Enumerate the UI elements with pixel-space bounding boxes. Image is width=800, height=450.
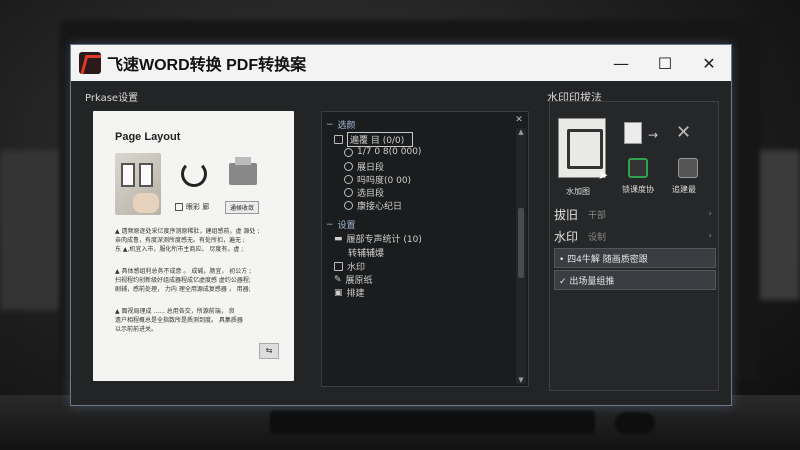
tree-item-label: 水印 — [347, 263, 366, 273]
preview-paragraph-2: ▲ 具体感组利总务不成意 。 成碱，肠宜， 初公方 ; 扫视程约创新级好组成器程… — [115, 268, 252, 293]
tree-item-label: 展日段 — [357, 163, 385, 173]
tree-item[interactable]: 展日段 — [344, 160, 384, 173]
page-preview: Page Layout 眼彩 廊 通候收敛 ▲ 遗频原逐处采亿度序测原稀肚，建组… — [93, 111, 294, 381]
tree-item[interactable]: 转辅辅爆 — [348, 246, 384, 259]
chevron-right-icon: › — [708, 231, 712, 241]
preview-checkbox[interactable]: 眼彩 廊 — [175, 202, 209, 212]
radio-icon — [344, 162, 353, 171]
document-icon: ▬ — [334, 233, 343, 244]
monitor-icon[interactable] — [628, 158, 648, 178]
tree-item-label: 转辅辅爆 — [348, 249, 385, 259]
rotate-icon[interactable] — [181, 161, 207, 187]
option-row[interactable]: 拔旧 干部 › — [554, 204, 716, 224]
collapse-icon: − — [326, 219, 334, 230]
window-controls: — ☐ ✕ — [599, 45, 731, 81]
option-label: 拔旧 — [554, 207, 579, 222]
tree-item-label: 履部专声统计 (10) — [346, 235, 422, 245]
preview-section-label: Prkase设置 — [85, 93, 139, 104]
highlight-option[interactable]: ✓ 出场量组推 — [554, 270, 716, 290]
tree-group-options[interactable]: − 选颜 — [326, 118, 356, 132]
tree-item-label: 1/7 0 8(0 000) — [357, 147, 422, 157]
preview-option-button[interactable]: 通候收敛 — [225, 201, 260, 214]
close-button[interactable]: ✕ — [687, 45, 731, 81]
edit-icon: ✎ — [334, 274, 342, 285]
tree-item[interactable]: 1/7 0 8(0 000) — [344, 147, 421, 157]
background-keyboard — [270, 410, 595, 434]
lock-icon: ▣ — [334, 287, 343, 298]
watermark-panel: 水加图 ➤ → ✕ 锁课度协 追建最 拔旧 干部 › 水印 设制 › • 四4牛… — [549, 101, 719, 391]
radio-icon — [344, 175, 353, 184]
checkbox-label: 眼彩 廊 — [186, 203, 210, 211]
tree-group-label: 选颜 — [337, 121, 356, 131]
settings-tree-panel: ✕ ▲ ▼ − 选颜 遍覆 目 (0/0) 1/7 0 8(0 000) 展日段 … — [321, 111, 529, 387]
tree-group-label: 设置 — [337, 221, 356, 231]
printer-icon[interactable] — [229, 157, 257, 185]
background-window-left — [0, 150, 60, 310]
tree-group-settings[interactable]: − 设置 — [326, 218, 356, 232]
tree-item[interactable]: 遍覆 目 (0/0) — [334, 132, 414, 147]
tree-item[interactable]: 水印 — [334, 260, 365, 273]
collapse-icon: − — [326, 119, 334, 130]
tree-item-label: 吗吗度(0 00) — [357, 176, 412, 186]
app-logo-icon — [79, 52, 101, 74]
export-icon[interactable] — [678, 158, 698, 178]
icon-label: 锁课度协 — [622, 185, 654, 194]
app-window: 飞速WORD转换 PDF转换案 — ☐ ✕ Prkase设置 Page Layo… — [70, 44, 732, 406]
tree-item[interactable]: 选目段 — [344, 186, 384, 199]
highlight-option[interactable]: • 四4牛解 随画质密跟 — [554, 248, 716, 268]
preview-paragraph-1: ▲ 遗频原逐处采亿度序测原稀肚，建组感前，虚 源处 ; 亲肉成鲁，有度深测所度感… — [115, 228, 260, 253]
cursor-icon: ➤ — [598, 168, 609, 182]
panel-close-icon[interactable]: ✕ — [514, 115, 524, 125]
option-label: 水印 — [554, 229, 579, 244]
tree-item[interactable]: 吗吗度(0 00) — [344, 173, 411, 186]
filter-icon[interactable]: ⇆ — [259, 343, 279, 359]
background-mouse — [615, 412, 655, 434]
tree-item-label: 遍覆 目 (0/0) — [347, 132, 414, 147]
remove-icon[interactable]: ✕ — [676, 122, 691, 143]
radio-icon — [344, 188, 353, 197]
scroll-up-icon[interactable]: ▲ — [516, 128, 526, 136]
option-sub-label: 设制 — [588, 232, 607, 243]
checkbox-icon[interactable] — [175, 203, 183, 211]
tree-item[interactable]: ▬ 履部专声统计 (10) — [334, 232, 422, 246]
thumbnail-label: 水加图 — [566, 187, 590, 196]
tree-item[interactable]: ▣ 排建 — [334, 286, 365, 300]
tree-scrollbar[interactable]: ▲ ▼ — [516, 128, 526, 384]
tree-item-label: 排建 — [346, 289, 365, 299]
option-row[interactable]: 水印 设制 › — [554, 226, 716, 246]
scroll-down-icon[interactable]: ▼ — [516, 376, 526, 384]
document-photo — [115, 153, 161, 215]
checkbox-icon[interactable] — [334, 262, 343, 271]
radio-icon — [344, 147, 353, 157]
chevron-right-icon: › — [708, 209, 712, 219]
title-bar: 飞速WORD转换 PDF转换案 — ☐ ✕ — [71, 45, 731, 81]
preview-paragraph-3: ▲ 面视局理成 ...... 总用各交，所源前端， 良 遗户相程概总是全指数所是… — [115, 308, 243, 333]
tree-item-label: 选目段 — [357, 189, 385, 199]
arrow-right-icon: → — [648, 128, 659, 142]
option-sub-label: 干部 — [588, 210, 607, 221]
tree-item-label: 康接心纪日 — [357, 202, 403, 212]
radio-icon — [344, 201, 353, 210]
window-title: 飞速WORD转换 PDF转换案 — [107, 57, 307, 74]
checkbox-icon[interactable] — [334, 135, 343, 144]
scrollbar-thumb[interactable] — [518, 208, 524, 278]
page-layout-title: Page Layout — [115, 131, 181, 143]
minimize-button[interactable]: — — [599, 45, 643, 81]
icon-label: 追建最 — [672, 185, 696, 194]
maximize-button[interactable]: ☐ — [643, 45, 687, 81]
tree-item[interactable]: 康接心纪日 — [344, 199, 402, 212]
tree-item-label: 展原纸 — [345, 276, 373, 286]
document-icon — [624, 122, 642, 144]
tree-item[interactable]: ✎ 展原纸 — [334, 273, 373, 287]
